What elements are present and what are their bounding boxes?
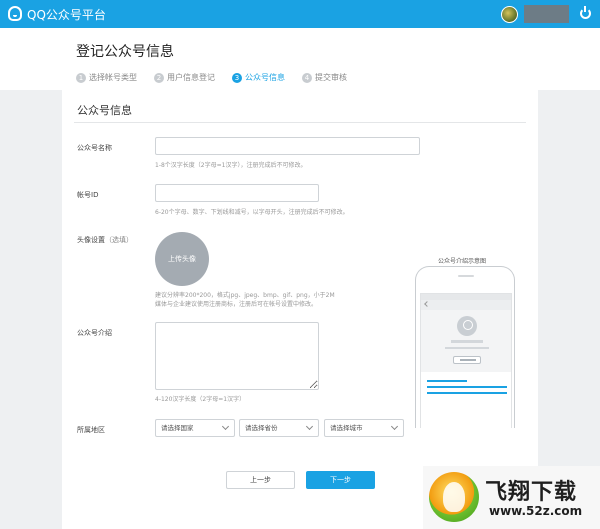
preview-caption: 公众号介绍示意图 xyxy=(438,258,487,265)
intro-label: 公众号介绍 xyxy=(77,329,112,337)
watermark-url: www.52z.com xyxy=(489,504,583,518)
avatar-upload-button[interactable]: 上传头像 xyxy=(155,232,209,286)
preview-intro-card xyxy=(421,372,511,428)
step-label: 用户信息登记 xyxy=(167,73,215,82)
account-id-hint: 6-20个字母、数字、下划线和减号，以字母开头，注册完成后不可修改。 xyxy=(155,209,349,216)
preview-follow-button xyxy=(453,356,481,364)
next-step-button[interactable]: 下一步 xyxy=(306,471,375,489)
section-divider xyxy=(74,122,526,123)
username-redacted[interactable] xyxy=(524,5,569,23)
intro-hint: 4-120汉字长度（2字母=1汉字） xyxy=(155,396,246,403)
phone-preview-image xyxy=(415,266,515,428)
name-label: 公众号名称 xyxy=(77,144,112,152)
preview-avatar-icon xyxy=(457,316,477,336)
account-id-input[interactable] xyxy=(155,184,319,202)
phone-nav-bar xyxy=(421,300,511,310)
avatar-label-text: 头像设置 xyxy=(77,236,105,244)
preview-intro-line xyxy=(427,380,467,382)
name-hint: 1-8个汉字长度（2字母=1汉字），注册完成后不可修改。 xyxy=(155,162,307,169)
section-title: 公众号信息 xyxy=(77,104,132,117)
name-input[interactable] xyxy=(155,137,420,155)
preview-name-line xyxy=(451,340,483,343)
step-1: 1 选择帐号类型 xyxy=(76,72,137,83)
avatar-hint-line2: 媒体与企业建议使用注册商标，注册后可在帐号设置中修改。 xyxy=(155,301,318,308)
step-number: 2 xyxy=(154,72,164,83)
avatar-hint-line1: 建议分辨率200*200，格式jpg、jpeg、bmp、gif、png，小于2M xyxy=(155,292,335,299)
province-select[interactable]: 请选择省份 xyxy=(239,419,319,437)
step-number: 4 xyxy=(302,72,312,83)
intro-textarea[interactable] xyxy=(155,322,319,390)
step-number: 1 xyxy=(76,72,86,83)
chevron-down-icon xyxy=(221,422,230,431)
region-label: 所属地区 xyxy=(77,426,105,434)
watermark-logo-icon xyxy=(429,472,479,522)
step-2: 2 用户信息登记 xyxy=(154,72,215,83)
avatar-label: 头像设置（选填） xyxy=(77,235,133,245)
app-title: QQ公众号平台 xyxy=(27,8,106,22)
page-title: 登记公众号信息 xyxy=(76,44,174,60)
step-label: 公众号信息 xyxy=(245,73,285,82)
header-panel: 登记公众号信息 1 选择帐号类型 2 用户信息登记 3 公众号信息 4 提交审核 xyxy=(0,28,600,90)
step-3: 3 公众号信息 xyxy=(232,72,285,83)
step-number: 3 xyxy=(232,72,242,83)
top-bar: QQ公众号平台 xyxy=(0,0,600,28)
chevron-down-icon xyxy=(390,422,399,431)
preview-id-line xyxy=(445,347,489,349)
prev-step-button[interactable]: 上一步 xyxy=(226,471,295,489)
province-select-value: 请选择省份 xyxy=(245,424,278,432)
country-select[interactable]: 请选择国家 xyxy=(155,419,235,437)
step-label: 提交审核 xyxy=(315,73,347,82)
step-label: 选择帐号类型 xyxy=(89,73,137,82)
power-icon[interactable] xyxy=(580,6,591,19)
preview-button-text xyxy=(460,359,476,361)
form-card: 公众号信息 公众号名称 1-8个汉字长度（2字母=1汉字），注册完成后不可修改。… xyxy=(62,90,538,529)
preview-intro-line xyxy=(427,386,507,388)
city-select[interactable]: 请选择城市 xyxy=(324,419,404,437)
account-id-label: 帐号ID xyxy=(77,191,99,199)
user-avatar[interactable] xyxy=(501,6,518,23)
back-arrow-icon xyxy=(424,301,430,307)
city-select-value: 请选择城市 xyxy=(330,424,363,432)
preview-intro-line xyxy=(427,392,507,394)
country-select-value: 请选择国家 xyxy=(161,424,194,432)
qq-logo-icon xyxy=(8,6,22,21)
phone-speaker xyxy=(458,275,474,277)
watermark: 飞翔下载 www.52z.com xyxy=(423,466,600,529)
chevron-down-icon xyxy=(305,422,314,431)
watermark-text: 飞翔下载 xyxy=(485,480,578,505)
step-4: 4 提交审核 xyxy=(302,72,347,83)
optional-tag: （选填） xyxy=(105,236,133,244)
phone-screen xyxy=(420,293,512,428)
